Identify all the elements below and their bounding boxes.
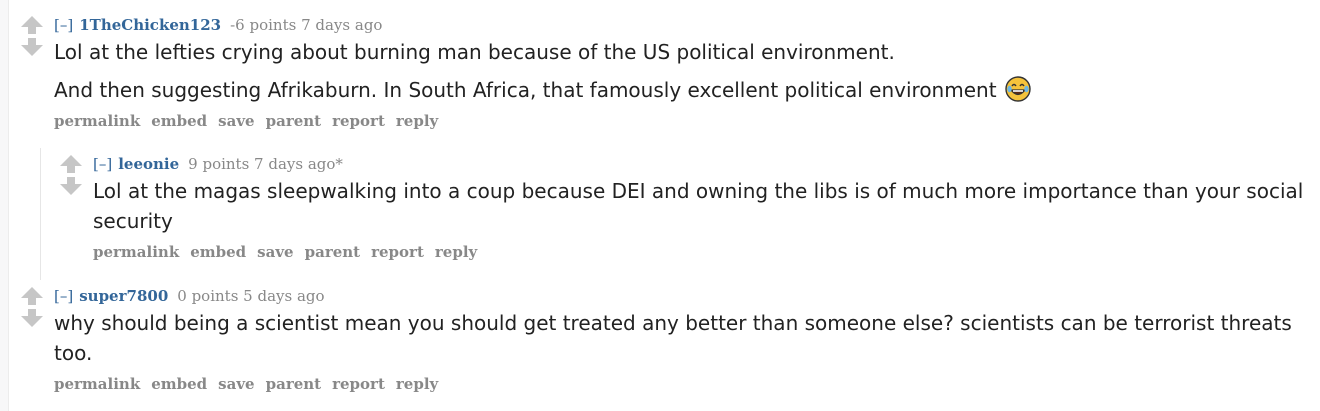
comment-tagline: [–] 1TheChicken123 -6 points 7 days ago — [54, 14, 1308, 36]
collapse-toggle[interactable]: [–] — [93, 155, 112, 173]
reply-link[interactable]: reply — [435, 243, 477, 261]
collapse-toggle[interactable]: [–] — [54, 287, 73, 305]
vote-arrows — [18, 14, 46, 58]
collapse-toggle[interactable]: [–] — [54, 16, 73, 34]
permalink-link[interactable]: permalink — [93, 243, 179, 261]
comment-score: 0 points 5 days ago — [177, 287, 325, 305]
downvote-arrow-icon[interactable] — [18, 36, 46, 58]
comment-paragraph-with-emoji: And then suggesting Afrikaburn. In South… — [54, 75, 1308, 105]
vote-arrows — [18, 285, 46, 329]
save-link[interactable]: save — [257, 243, 293, 261]
face-with-tears-of-joy-icon — [1005, 76, 1031, 102]
permalink-link[interactable]: permalink — [54, 112, 140, 130]
save-link[interactable]: save — [218, 112, 254, 130]
downvote-arrow-icon[interactable] — [57, 175, 85, 197]
comment-tagline: [–] super7800 0 points 5 days ago — [54, 285, 1308, 307]
reply-link[interactable]: reply — [396, 375, 438, 393]
report-link[interactable]: report — [371, 243, 424, 261]
report-link[interactable]: report — [332, 112, 385, 130]
comment-score: 9 points 7 days ago* — [188, 155, 343, 173]
report-link[interactable]: report — [332, 375, 385, 393]
parent-link[interactable]: parent — [266, 112, 322, 130]
child-thread-rule — [40, 148, 41, 280]
upvote-arrow-icon[interactable] — [57, 153, 85, 175]
comment-actions: permalink embed save parent report reply — [54, 111, 1308, 131]
comment-body: [–] 1TheChicken123 -6 points 7 days ago Lo… — [54, 14, 1308, 131]
comment-author[interactable]: super7800 — [79, 287, 168, 305]
comment-text: why should being a scientist mean you sh… — [54, 308, 1308, 368]
comment-paragraph: And then suggesting Afrikaburn. In South… — [54, 78, 997, 102]
comment-author[interactable]: 1TheChicken123 — [79, 16, 221, 34]
upvote-arrow-icon[interactable] — [18, 14, 46, 36]
parent-link[interactable]: parent — [305, 243, 361, 261]
upvote-arrow-icon[interactable] — [18, 285, 46, 307]
embed-link[interactable]: embed — [190, 243, 246, 261]
comment-tagline: [–] leeonie 9 points 7 days ago* — [93, 153, 1312, 175]
parent-link[interactable]: parent — [266, 375, 322, 393]
comment-body: [–] leeonie 9 points 7 days ago* Lol at th… — [93, 153, 1312, 262]
comment-text: Lol at the lefties crying about burning … — [54, 37, 1308, 105]
embed-link[interactable]: embed — [151, 112, 207, 130]
comment-body: [–] super7800 0 points 5 days ago why shou… — [54, 285, 1308, 394]
downvote-arrow-icon[interactable] — [18, 307, 46, 329]
embed-link[interactable]: embed — [151, 375, 207, 393]
comment-paragraph: why should being a scientist mean you sh… — [54, 311, 1292, 365]
reply-link[interactable]: reply — [396, 112, 438, 130]
permalink-link[interactable]: permalink — [54, 375, 140, 393]
vote-arrows — [57, 153, 85, 197]
comment-paragraph: Lol at the magas sleepwalking into a cou… — [93, 179, 1304, 233]
comment-actions: permalink embed save parent report reply — [93, 242, 1312, 262]
comment-score: -6 points 7 days ago — [230, 16, 383, 34]
left-thread-rule — [0, 0, 9, 411]
save-link[interactable]: save — [218, 375, 254, 393]
comment-author[interactable]: leeonie — [118, 155, 179, 173]
comment-paragraph: Lol at the lefties crying about burning … — [54, 40, 895, 64]
comment-actions: permalink embed save parent report reply — [54, 374, 1308, 394]
comment-text: Lol at the magas sleepwalking into a cou… — [93, 176, 1312, 236]
